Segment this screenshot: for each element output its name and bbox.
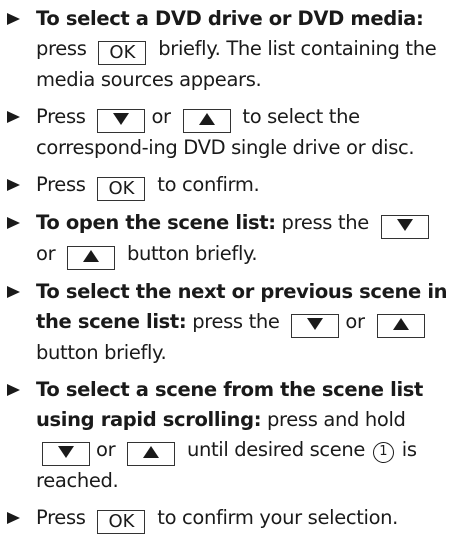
step-2-text-a: Press bbox=[36, 105, 86, 128]
up-triangle-icon bbox=[198, 113, 215, 125]
step-4-heading: To open the scene list: bbox=[36, 211, 276, 234]
ok-button: OK bbox=[97, 177, 146, 201]
down-triangle-icon bbox=[113, 113, 130, 125]
step-4: To open the scene list: press the or but… bbox=[6, 208, 453, 270]
step-7: Press OK to confirm your selection. bbox=[6, 503, 453, 534]
ok-button: OK bbox=[98, 41, 147, 65]
bullet-arrow-icon bbox=[7, 217, 20, 229]
down-button bbox=[380, 215, 429, 239]
step-2-or: or bbox=[151, 105, 171, 128]
step-3-text-b: to confirm. bbox=[151, 173, 260, 196]
up-triangle-icon bbox=[83, 250, 100, 262]
ok-button: OK bbox=[97, 510, 146, 534]
step-1-text-a: press bbox=[36, 37, 87, 60]
bullet-arrow-icon bbox=[7, 512, 20, 524]
bullet-arrow-icon bbox=[7, 13, 20, 25]
step-5-text-b: button briefly. bbox=[36, 341, 167, 364]
step-1-heading: To select a DVD drive or DVD media: bbox=[36, 7, 424, 30]
step-5-text-a: press the bbox=[186, 310, 280, 333]
up-button bbox=[127, 442, 176, 466]
step-4-or: or bbox=[36, 242, 56, 265]
callout-marker: 1 bbox=[372, 442, 394, 463]
step-1: To select a DVD drive or DVD media: pres… bbox=[6, 4, 453, 95]
down-triangle-icon bbox=[307, 318, 324, 330]
step-6-or: or bbox=[96, 438, 116, 461]
step-2: Press or to select the correspond-ing DV… bbox=[6, 102, 453, 163]
instruction-list: To select a DVD drive or DVD media: pres… bbox=[0, 0, 463, 534]
down-triangle-icon bbox=[396, 219, 413, 231]
step-3: Press OK to confirm. bbox=[6, 170, 453, 201]
down-button bbox=[291, 314, 340, 338]
bullet-arrow-icon bbox=[7, 286, 20, 298]
step-3-text-a: Press bbox=[36, 173, 86, 196]
up-triangle-icon bbox=[143, 446, 160, 458]
step-7-text-b: to confirm your selection. bbox=[151, 506, 399, 529]
up-button bbox=[182, 109, 231, 133]
up-button bbox=[376, 314, 425, 338]
step-6-text-b: until desired scene bbox=[181, 438, 366, 461]
step-4-text-b: button briefly. bbox=[121, 242, 258, 265]
step-5-or: or bbox=[345, 310, 365, 333]
down-triangle-icon bbox=[58, 446, 74, 458]
step-5: To select the next or previous scene in … bbox=[6, 277, 453, 368]
up-button bbox=[67, 246, 116, 270]
bullet-arrow-icon bbox=[7, 111, 20, 123]
bullet-arrow-icon bbox=[7, 179, 20, 191]
step-4-text-a: press the bbox=[275, 211, 370, 234]
step-6-text-a: press and hold bbox=[261, 408, 406, 431]
step-7-text-a: Press bbox=[36, 506, 86, 529]
step-6: To select a scene from the scene list us… bbox=[6, 375, 453, 496]
up-triangle-icon bbox=[392, 318, 409, 330]
down-button bbox=[42, 442, 90, 466]
down-button bbox=[97, 109, 146, 133]
bullet-arrow-icon bbox=[7, 384, 20, 396]
step-1-text-b: briefly. The list containing the media s… bbox=[36, 37, 437, 91]
